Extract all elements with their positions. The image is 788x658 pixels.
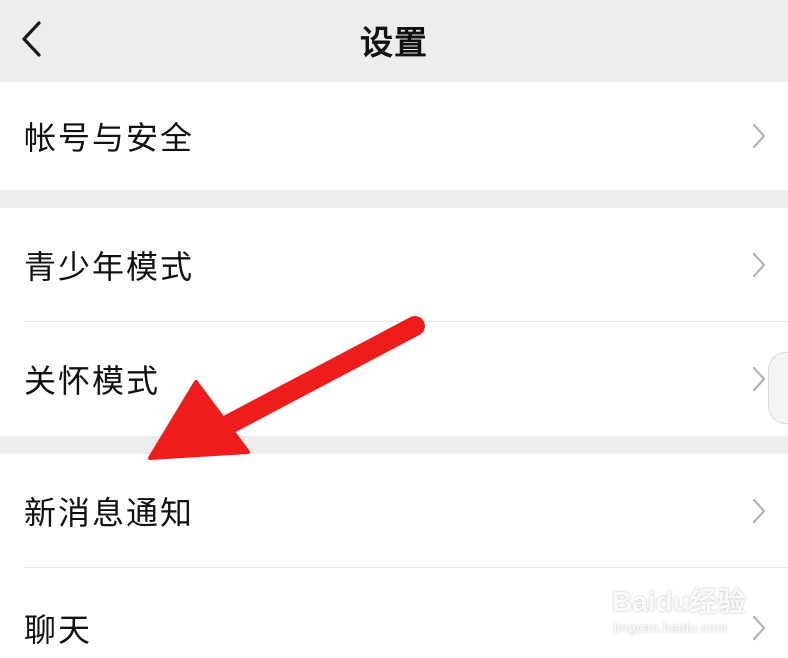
settings-item-label: 新消息通知 <box>24 494 195 532</box>
baidu-jingyan-watermark: Baidu经验 jingyan.baidu.com <box>612 580 762 642</box>
chevron-right-icon <box>752 252 766 278</box>
floating-side-tab[interactable] <box>768 352 788 424</box>
settings-item-new-message-notification[interactable]: 新消息通知 <box>0 454 788 568</box>
watermark-logo: Baidu经验 <box>612 586 746 617</box>
top-bar: 设置 <box>0 0 788 82</box>
chevron-right-icon <box>752 366 766 392</box>
settings-item-teen-mode[interactable]: 青少年模式 <box>0 208 788 322</box>
settings-item-label: 聊天 <box>24 611 93 649</box>
watermark-url: jingyan.baidu.com <box>614 620 728 635</box>
settings-item-account-security[interactable]: 帐号与安全 <box>0 82 788 190</box>
settings-group-account: 帐号与安全 <box>0 82 788 190</box>
chevron-right-icon <box>752 498 766 524</box>
page-title: 设置 <box>360 23 428 62</box>
settings-item-label: 帐号与安全 <box>24 119 195 157</box>
settings-item-label: 关怀模式 <box>24 362 161 400</box>
settings-item-label: 青少年模式 <box>24 248 195 286</box>
settings-screen: 设置 帐号与安全 青少年模式 关怀模式 新消息通知 聊天 Baidu经验 jin… <box>0 0 788 658</box>
settings-item-care-mode[interactable]: 关怀模式 <box>0 322 788 436</box>
settings-group-modes: 青少年模式 关怀模式 <box>0 208 788 436</box>
chevron-right-icon <box>752 123 766 149</box>
